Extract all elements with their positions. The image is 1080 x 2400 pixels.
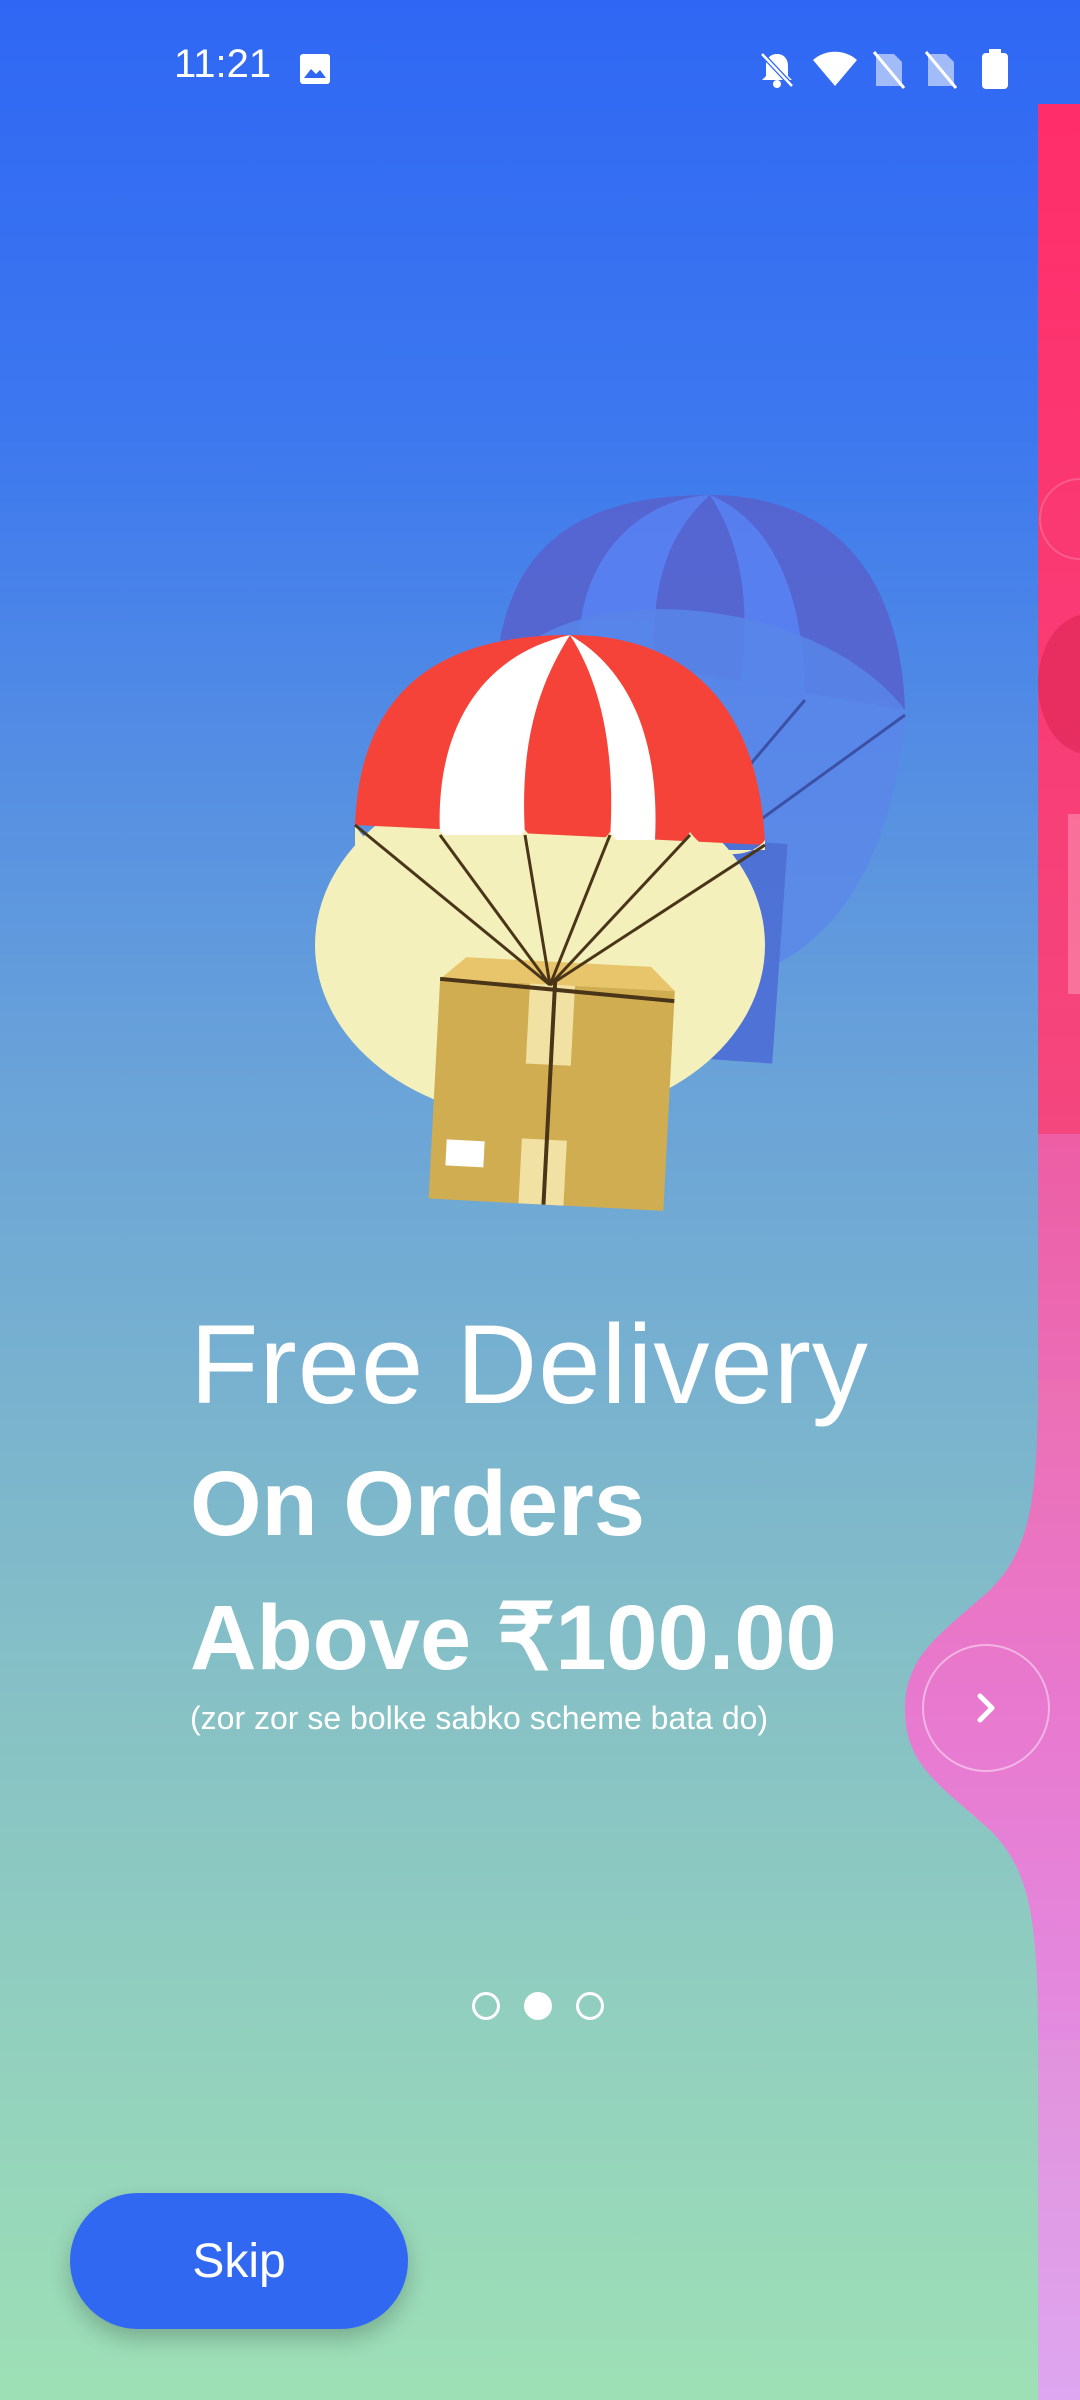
bell-off-icon: [758, 50, 796, 95]
chevron-right-icon: [977, 1693, 995, 1723]
parachute-box-illustration: [315, 495, 906, 1211]
scheme-subtext: (zor zor se bolke sabko scheme bata do): [190, 1700, 769, 1736]
page-dot-3[interactable]: [576, 1992, 604, 2020]
battery-icon: [980, 48, 1010, 95]
no-sim-icon: [924, 50, 958, 95]
page-indicator: [472, 1992, 604, 2020]
headline-on-orders: On Orders: [190, 1453, 646, 1555]
page-dot-1[interactable]: [472, 1992, 500, 2020]
headline-amount: Above ₹100.00: [190, 1587, 837, 1689]
skip-button[interactable]: Skip: [70, 2193, 408, 2329]
onboarding-screen: 11:21 Free Delivery On Orders Above ₹100…: [0, 0, 1080, 2400]
headline-free-delivery: Free Delivery: [190, 1302, 869, 1427]
next-page-preview-top: [1038, 104, 1080, 1134]
status-time: 11:21: [174, 42, 272, 86]
page-dot-2-active[interactable]: [524, 1992, 552, 2020]
next-page-button[interactable]: [922, 1644, 1050, 1772]
no-sim-icon: [872, 50, 906, 95]
wifi-icon: [812, 50, 858, 93]
status-bar: 11:21: [0, 0, 1080, 120]
image-icon: [298, 52, 332, 91]
